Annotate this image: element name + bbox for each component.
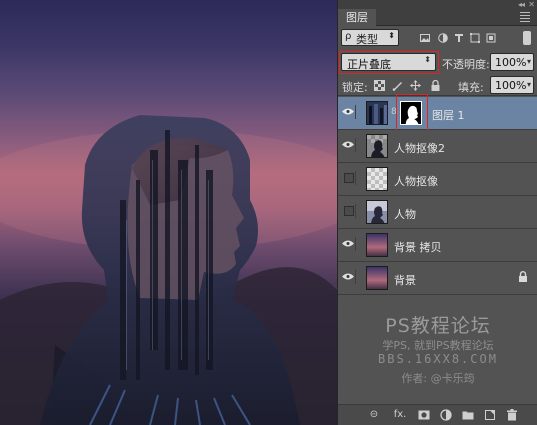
layer-row[interactable]: 人物抠像2 [338, 130, 537, 163]
search-icon: ρ [345, 31, 352, 42]
adjustment-filter-icon[interactable] [438, 33, 448, 43]
opacity-label: 不透明度: [442, 58, 490, 71]
type-filter-icon[interactable] [454, 33, 464, 43]
layer-name: 人物抠像2 [394, 142, 445, 155]
layer-name: 背景 [394, 274, 416, 287]
collapse-icon[interactable]: ◂◂ [518, 0, 525, 9]
panel-menu-icon[interactable] [520, 12, 530, 24]
lock-position-icon[interactable] [410, 80, 421, 91]
close-icon[interactable]: ✕ [528, 0, 535, 9]
shape-filter-icon[interactable] [470, 33, 480, 43]
eye-icon [342, 141, 354, 148]
visibility-toggle[interactable] [341, 105, 356, 119]
layer-thumbnail [366, 134, 388, 158]
visibility-toggle[interactable] [341, 138, 356, 152]
layer-row[interactable]: 背景 [338, 262, 537, 295]
add-mask-icon[interactable] [418, 409, 430, 421]
hidden-visibility-box [344, 173, 354, 183]
photoshop-window: 图层 ◂◂ ✕ ρ 类型 ⬍ 正片叠底 ⬍ 不透明度: 100% ▾ 锁定: 填… [0, 0, 537, 425]
watermark-author: 作者: @卡乐筠 [401, 372, 475, 385]
layers-panel: 图层 ◂◂ ✕ ρ 类型 ⬍ 正片叠底 ⬍ 不透明度: 100% ▾ 锁定: 填… [337, 0, 537, 425]
adjustment-layer-icon[interactable] [440, 409, 452, 421]
dropdown-arrow-icon: ▾ [526, 80, 531, 89]
lock-row: 锁定: 填充: 100% ▾ [338, 74, 537, 96]
layer-thumbnail [366, 266, 388, 290]
panel-tabbar: 图层 ◂◂ ✕ [338, 0, 537, 26]
layer-thumbnail [366, 233, 388, 257]
layer-row[interactable]: 背景 拷贝 [338, 229, 537, 262]
double-exposure-artwork [0, 115, 337, 425]
visibility-toggle[interactable] [341, 171, 356, 185]
layers-bottom-bar: ⊝ fx. [338, 404, 537, 425]
watermark-title: PS教程论坛 [385, 315, 491, 337]
lock-label: 锁定: [342, 81, 368, 94]
new-layer-icon[interactable] [484, 409, 496, 421]
lock-all-icon[interactable] [430, 80, 441, 91]
layer-thumbnail [366, 200, 388, 224]
highlight-box [396, 94, 428, 134]
fx-button[interactable]: fx. [392, 409, 408, 421]
visibility-toggle[interactable] [341, 270, 356, 284]
fill-label: 填充: [458, 81, 484, 94]
layer-name: 人物抠像 [394, 175, 438, 188]
lock-transparent-pixels-icon[interactable] [374, 80, 385, 91]
layer-name: 人物 [394, 208, 416, 221]
blend-row: 正片叠底 ⬍ 不透明度: 100% ▾ [338, 51, 537, 74]
visibility-toggle[interactable] [341, 237, 356, 251]
eye-icon [342, 273, 354, 280]
opacity-input[interactable]: 100% ▾ [490, 53, 534, 71]
highlight-box [339, 51, 439, 74]
watermark-url: BBS.16XX8.COM [378, 352, 498, 366]
dropdown-arrow-icon: ⬍ [388, 31, 395, 40]
trash-icon[interactable] [506, 409, 518, 421]
filter-toggle-switch[interactable] [523, 31, 531, 45]
new-group-icon[interactable] [462, 409, 474, 421]
document-canvas[interactable] [0, 0, 337, 425]
opacity-value: 100% [495, 56, 527, 69]
layer-row[interactable]: 人物抠像 [338, 163, 537, 196]
eye-icon [342, 108, 354, 115]
layer-name: 背景 拷贝 [394, 241, 442, 254]
layer-name: 图层 1 [432, 109, 465, 122]
pixel-filter-icon[interactable] [420, 33, 430, 43]
fill-input[interactable]: 100% ▾ [490, 76, 534, 94]
dropdown-arrow-icon: ▾ [526, 57, 531, 66]
layer-thumbnail [366, 167, 388, 191]
link-layers-icon[interactable]: ⊝ [368, 409, 380, 421]
filter-row: ρ 类型 ⬍ [338, 27, 537, 49]
layer-row[interactable]: 8 图层 1 [338, 94, 537, 134]
fill-value: 100% [495, 79, 527, 92]
watermark-slogan: 学PS, 就到PS教程论坛 [382, 339, 494, 352]
filter-kind-label: 类型 [356, 33, 378, 46]
lock-image-pixels-icon[interactable] [392, 80, 403, 91]
smart-object-filter-icon[interactable] [486, 33, 496, 43]
layer-row[interactable]: 人物 [338, 196, 537, 229]
eye-icon [342, 240, 354, 247]
lock-icon [519, 271, 527, 282]
filter-kind-select[interactable]: ρ 类型 ⬍ [341, 29, 399, 46]
layer-thumbnail [366, 101, 388, 125]
hidden-visibility-box [344, 206, 354, 216]
layers-list: 8 图层 1 人物抠像2 人物抠像 人物 背景 拷贝 背景 [338, 94, 537, 295]
tab-layers[interactable]: 图层 [338, 9, 376, 26]
visibility-toggle[interactable] [341, 204, 356, 218]
